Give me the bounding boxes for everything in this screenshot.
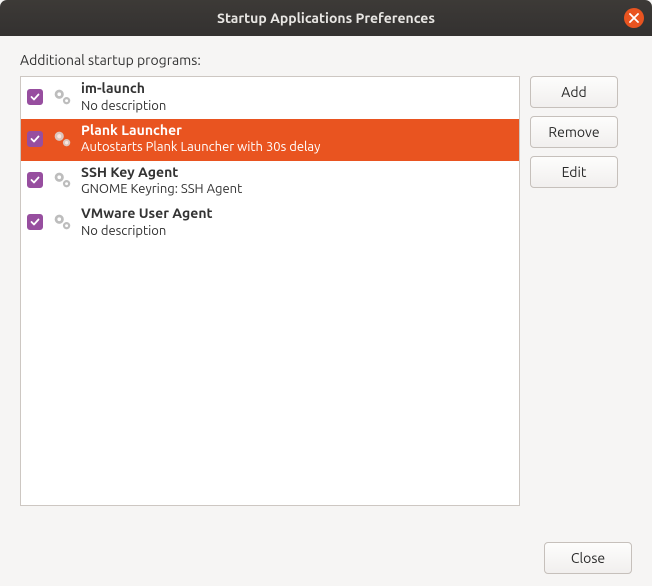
enabled-checkbox[interactable] — [27, 89, 43, 105]
list-item[interactable]: im-launchNo description — [21, 77, 519, 119]
gears-icon — [51, 211, 73, 233]
close-button[interactable]: Close — [544, 542, 632, 574]
add-button[interactable]: Add — [530, 76, 618, 108]
item-description: No description — [81, 223, 213, 239]
section-label: Additional startup programs: — [20, 52, 632, 68]
item-description: No description — [81, 98, 166, 114]
item-text: Plank LauncherAutostarts Plank Launcher … — [81, 122, 320, 156]
item-text: SSH Key AgentGNOME Keyring: SSH Agent — [81, 164, 242, 198]
window-close-button[interactable] — [624, 8, 644, 28]
gears-icon — [51, 86, 73, 108]
close-icon — [629, 13, 639, 23]
enabled-checkbox[interactable] — [27, 214, 43, 230]
item-name: SSH Key Agent — [81, 164, 242, 182]
enabled-checkbox[interactable] — [27, 131, 43, 147]
item-name: Plank Launcher — [81, 122, 320, 140]
enabled-checkbox[interactable] — [27, 172, 43, 188]
item-name: im-launch — [81, 80, 166, 98]
main-row: im-launchNo descriptionPlank LauncherAut… — [20, 76, 632, 506]
edit-button[interactable]: Edit — [530, 156, 618, 188]
item-description: Autostarts Plank Launcher with 30s delay — [81, 139, 320, 155]
item-description: GNOME Keyring: SSH Agent — [81, 181, 242, 197]
side-buttons: Add Remove Edit — [530, 76, 618, 506]
window-content: Additional startup programs: im-launchNo… — [0, 36, 652, 586]
item-name: VMware User Agent — [81, 205, 213, 223]
remove-button[interactable]: Remove — [530, 116, 618, 148]
titlebar: Startup Applications Preferences — [0, 0, 652, 36]
list-item[interactable]: Plank LauncherAutostarts Plank Launcher … — [21, 119, 519, 161]
gears-icon — [51, 169, 73, 191]
item-text: im-launchNo description — [81, 80, 166, 114]
startup-programs-list[interactable]: im-launchNo descriptionPlank LauncherAut… — [20, 76, 520, 506]
list-item[interactable]: SSH Key AgentGNOME Keyring: SSH Agent — [21, 161, 519, 203]
window-title: Startup Applications Preferences — [217, 10, 435, 26]
item-text: VMware User AgentNo description — [81, 205, 213, 239]
footer: Close — [20, 532, 632, 574]
list-item[interactable]: VMware User AgentNo description — [21, 202, 519, 244]
gears-icon — [51, 128, 73, 150]
